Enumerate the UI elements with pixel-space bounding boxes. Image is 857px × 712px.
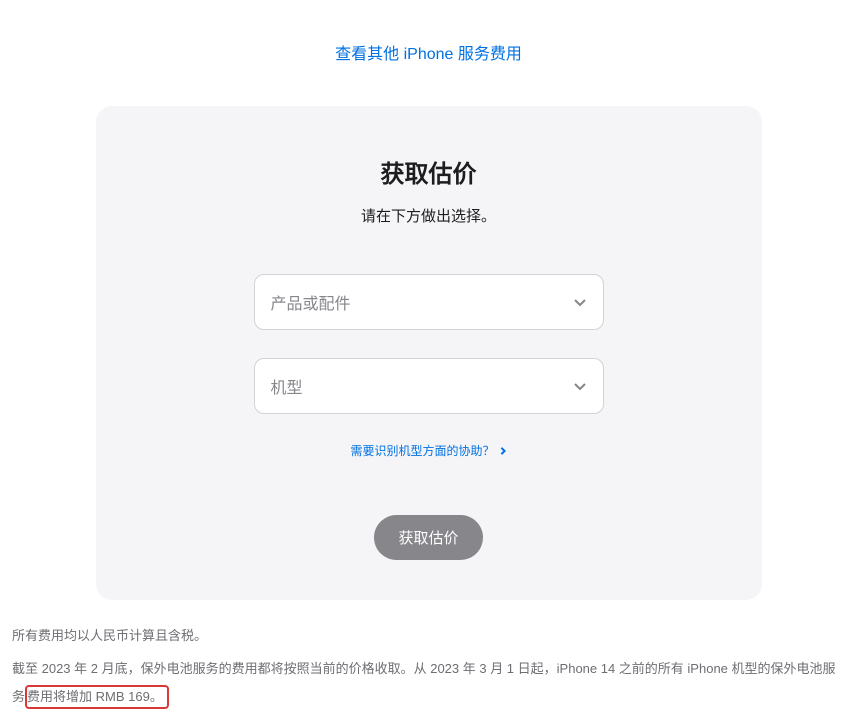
card-subtitle: 请在下方做出选择。 (96, 205, 762, 226)
get-estimate-button[interactable]: 获取估价 (374, 515, 482, 560)
other-service-link[interactable]: 查看其他 iPhone 服务费用 (335, 46, 522, 63)
footer-line2-part2: 务 (12, 689, 25, 704)
chevron-down-icon (573, 379, 587, 393)
model-select[interactable]: 机型 (254, 358, 604, 414)
chevron-down-icon (573, 295, 587, 309)
model-select-placeholder: 机型 (271, 374, 303, 398)
footer-line1: 所有费用均以人民币计算且含税。 (12, 622, 845, 651)
price-increase-highlight: 费用将增加 RMB 169。 (25, 685, 169, 709)
footer-notes: 所有费用均以人民币计算且含税。 截至 2023 年 2 月底，保外电池服务的费用… (0, 600, 857, 712)
help-link-label: 需要识别机型方面的协助？ (350, 442, 494, 459)
chevron-right-icon (499, 444, 507, 458)
product-select-placeholder: 产品或配件 (271, 290, 351, 314)
footer-line2: 截至 2023 年 2 月底，保外电池服务的费用都将按照当前的价格收取。从 20… (12, 655, 845, 712)
identify-model-help-link[interactable]: 需要识别机型方面的协助？ (350, 442, 506, 459)
product-select[interactable]: 产品或配件 (254, 274, 604, 330)
estimate-card: 获取估价 请在下方做出选择。 产品或配件 机型 需要识别机型方面的协助？ 获取估… (96, 106, 762, 600)
card-title: 获取估价 (96, 154, 762, 189)
